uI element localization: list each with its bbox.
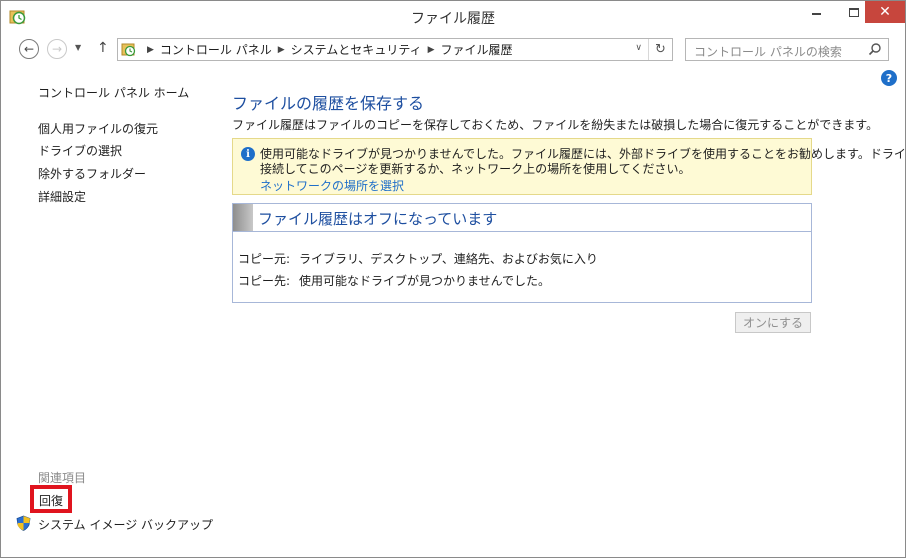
window-title: ファイル履歴: [411, 11, 495, 27]
status-indicator-bar: [233, 204, 253, 231]
info-icon: i: [241, 147, 255, 161]
search-input[interactable]: コントロール パネルの検索: [685, 38, 889, 61]
shield-icon: [16, 515, 31, 531]
breadcrumb-separator-icon: ▶: [147, 44, 154, 55]
close-button[interactable]: ✕: [865, 1, 905, 23]
address-bar[interactable]: ▶ コントロール パネル ▶ システムとセキュリティ ▶ ファイル履歴 ∨ ↻: [117, 38, 673, 61]
copy-source-value: ライブラリ、デスクトップ、連絡先、およびお気に入り: [299, 252, 598, 266]
navigation-bar: ← → ▼ ↑ ▶ コントロール パネル ▶ システムとセキュリティ ▶ ファイ…: [1, 35, 905, 65]
sidebar-item-select-drive[interactable]: ドライブの選択: [38, 142, 122, 159]
up-button[interactable]: ↑: [97, 40, 109, 56]
sidebar-item-system-image-backup[interactable]: システム イメージ バックアップ: [38, 516, 213, 533]
recent-locations-button[interactable]: ▼: [75, 43, 81, 52]
sidebar-item-recovery[interactable]: 回復: [39, 492, 63, 509]
forward-button[interactable]: →: [47, 39, 67, 59]
breadcrumb-file-history[interactable]: ファイル履歴: [441, 41, 513, 58]
breadcrumb-system-security[interactable]: システムとセキュリティ: [291, 41, 422, 58]
address-dropdown-button[interactable]: ∨: [635, 43, 642, 53]
title-bar: ファイル履歴 ✕: [1, 1, 905, 33]
status-title: ファイル履歴はオフになっています: [258, 210, 498, 228]
search-placeholder: コントロール パネルの検索: [694, 45, 842, 59]
sidebar-item-exclude-folders[interactable]: 除外するフォルダー: [38, 165, 146, 182]
sidebar-item-restore-files[interactable]: 個人用ファイルの復元: [38, 120, 158, 137]
refresh-button[interactable]: ↻: [648, 39, 672, 60]
breadcrumb-control-panel[interactable]: コントロール パネル: [160, 41, 272, 58]
chevron-down-icon: ▼: [75, 43, 82, 52]
control-panel-icon: [121, 43, 136, 56]
copy-source-label: コピー元:: [238, 252, 291, 266]
up-arrow-icon: ↑: [97, 40, 109, 56]
breadcrumb-separator-icon[interactable]: ▶: [278, 45, 285, 55]
back-arrow-icon: ←: [23, 42, 35, 56]
close-icon: ✕: [879, 4, 891, 20]
help-button[interactable]: ?: [881, 70, 897, 86]
info-message-line-2: 接続してこのページを更新するか、ネットワーク上の場所を使用してください。: [260, 162, 691, 176]
minimize-button[interactable]: [797, 1, 835, 23]
page-title: ファイルの履歴を保存する: [232, 94, 425, 113]
breadcrumb-separator-icon[interactable]: ▶: [428, 45, 435, 55]
forward-arrow-icon: →: [51, 42, 63, 56]
maximize-icon: [849, 7, 859, 17]
help-icon: ?: [885, 71, 893, 85]
info-glyph: i: [246, 148, 250, 160]
back-button[interactable]: ←: [19, 39, 39, 59]
status-header: ファイル履歴はオフになっています: [233, 204, 811, 232]
select-network-location-link[interactable]: ネットワークの場所を選択: [260, 177, 404, 194]
chevron-down-icon: ∨: [635, 43, 642, 53]
status-panel: ファイル履歴はオフになっています コピー元: ライブラリ、デスクトップ、連絡先、…: [232, 203, 812, 303]
turn-on-button[interactable]: オンにする: [735, 312, 811, 333]
search-icon[interactable]: [868, 42, 882, 56]
sidebar-item-control-panel-home[interactable]: コントロール パネル ホーム: [38, 84, 189, 101]
page-description: ファイル履歴はファイルのコピーを保存しておくため、ファイルを紛失または破損した場…: [232, 118, 879, 132]
copy-destination-label: コピー先:: [238, 274, 291, 288]
refresh-icon: ↻: [655, 42, 666, 57]
copy-destination-value: 使用可能なドライブが見つかりませんでした。: [299, 274, 551, 288]
related-heading: 関連項目: [38, 471, 87, 485]
minimize-icon: [811, 13, 821, 15]
file-history-window: ファイル履歴 ✕ ← → ▼ ↑ ▶ コントロール パネル ▶ システムとセキュ…: [0, 0, 906, 558]
info-message-box: i 使用可能なドライブが見つかりませんでした。ファイル履歴には、外部ドライブを使…: [232, 138, 906, 195]
sidebar-item-advanced-settings[interactable]: 詳細設定: [38, 188, 86, 205]
